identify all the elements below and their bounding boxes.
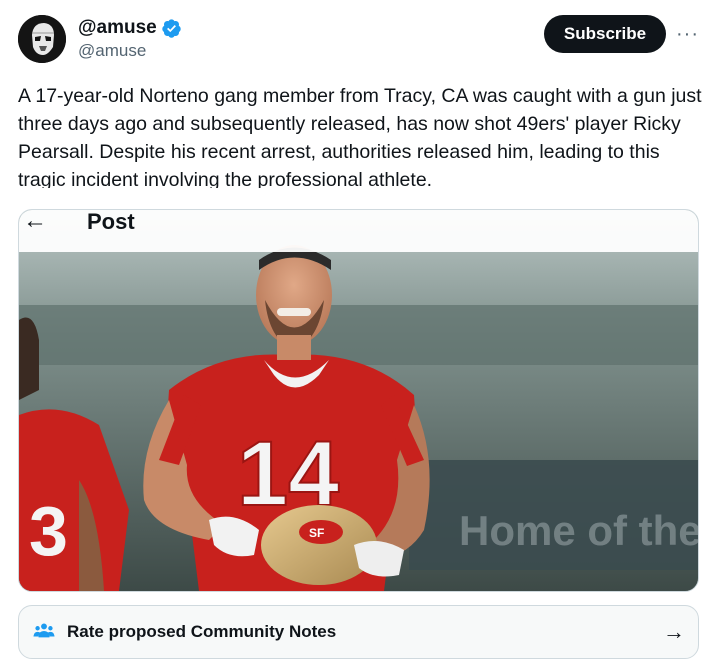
svg-text:SF: SF: [309, 526, 324, 540]
avatar[interactable]: [18, 15, 66, 63]
tweet-media[interactable]: Home of the 3 14 SF ← Post: [18, 209, 699, 592]
community-notes-label: Rate proposed Community Notes: [67, 622, 337, 641]
verified-badge-icon: [162, 18, 181, 38]
author-handle[interactable]: @amuse: [78, 41, 146, 61]
svg-text:Home of the: Home of the: [459, 507, 698, 554]
football-player-photo: Home of the 3 14 SF: [19, 210, 698, 591]
subscribe-button[interactable]: Subscribe: [544, 15, 666, 53]
community-notes-button[interactable]: Rate proposed Community Notes →: [18, 605, 699, 659]
media-post-header: ← Post: [19, 210, 698, 252]
more-options-icon[interactable]: ···: [676, 23, 699, 46]
people-icon: [33, 623, 55, 638]
svg-text:3: 3: [29, 492, 68, 570]
tweet-text: A 17-year-old Norteno gang member from T…: [18, 85, 702, 188]
back-arrow-icon[interactable]: ←: [23, 210, 47, 233]
stormtrooper-avatar-icon: [18, 15, 66, 63]
media-post-title: Post: [87, 209, 135, 234]
arrow-right-icon[interactable]: →: [663, 619, 685, 645]
author-display-name[interactable]: @amuse: [78, 17, 157, 39]
author-name-row: @amuse: [78, 17, 182, 39]
